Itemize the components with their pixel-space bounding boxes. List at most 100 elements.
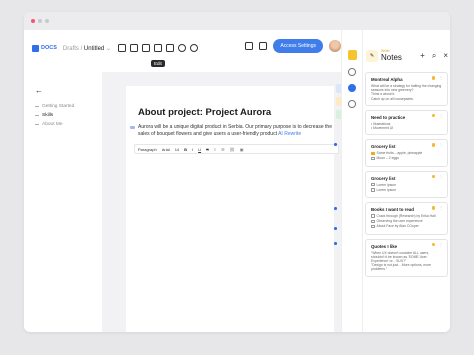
note-card[interactable]: ⋮ Need to practice • Illustrations • Mov… — [365, 109, 448, 136]
docs-logo-icon — [32, 44, 39, 52]
close-icon[interactable]: × — [443, 51, 448, 61]
ai-marker-icon — [130, 126, 135, 129]
minimize-window-dot[interactable] — [38, 19, 42, 23]
anchor-dot[interactable] — [334, 227, 337, 230]
notes-title: Notes — [381, 53, 402, 62]
star-icon[interactable] — [431, 242, 435, 247]
note-line: What will be a strategy for halting the … — [371, 84, 442, 93]
notes-list: ⋮ Montreal Alpha What will be a strategy… — [365, 72, 448, 281]
search-icon[interactable] — [177, 44, 186, 52]
star-icon[interactable] — [431, 143, 435, 147]
note-card[interactable]: ⋮ Montreal Alpha What will be a strategy… — [365, 72, 448, 106]
strikethrough-button[interactable]: S — [206, 147, 209, 152]
chevron-down-icon[interactable]: ⌄ — [106, 46, 111, 52]
breadcrumb-folder[interactable]: Drafts — [63, 46, 79, 52]
share-icon[interactable] — [245, 42, 254, 50]
more-icon[interactable]: ⋮ — [439, 142, 443, 147]
checkbox[interactable] — [371, 214, 375, 218]
add-note-icon[interactable]: + — [420, 51, 425, 61]
back-arrow-icon[interactable]: ← — [35, 86, 96, 95]
notes-app-icon[interactable] — [347, 50, 357, 60]
paragraph-select[interactable]: Paragraph — [138, 147, 157, 152]
more-icon[interactable]: ⋮ — [439, 174, 443, 179]
toolbar-icons — [117, 44, 198, 52]
underline-button[interactable]: U — [198, 147, 201, 152]
clock-icon[interactable] — [348, 68, 356, 76]
note-card[interactable]: ⋮ Books I want to read Crack through (Re… — [365, 202, 448, 235]
anchor-dot[interactable] — [334, 143, 337, 146]
more-icon[interactable]: ⋮ — [439, 205, 443, 210]
checkbox[interactable] — [371, 219, 375, 224]
edit-icon[interactable] — [129, 44, 138, 52]
nav-item-about-me[interactable]: About Me — [32, 120, 96, 129]
font-size-select[interactable]: 14 — [175, 147, 179, 152]
app-logo[interactable]: DOCS — [32, 44, 57, 52]
document-canvas: About project: Project Aurora Aurora wil… — [102, 72, 341, 332]
checklist-item: Lorem ipsum — [376, 182, 397, 187]
more-icon[interactable]: ⋮ — [439, 242, 443, 247]
add-app-icon[interactable] — [348, 100, 356, 108]
checkbox[interactable] — [371, 182, 375, 187]
table-icon[interactable] — [165, 44, 174, 52]
document-icon[interactable] — [117, 44, 126, 52]
note-card[interactable]: ⋮ Quotes I like "When UX doesn't conside… — [365, 238, 448, 277]
toolbar-right: Access Settings — [245, 39, 341, 53]
link-icon[interactable]: ⛓ — [230, 147, 235, 152]
note-line: "When UX doesn't consider ALL users, sho… — [371, 250, 430, 264]
checklist-item: Lorem ipsum — [376, 187, 397, 192]
checkbox[interactable] — [371, 151, 375, 156]
note-line: Catch up on all housepaints. — [371, 96, 414, 101]
star-icon[interactable] — [431, 206, 435, 210]
avatar[interactable] — [329, 40, 341, 52]
search-notes-icon[interactable]: ⌕ — [432, 51, 436, 61]
close-window-dot[interactable] — [31, 19, 35, 23]
breadcrumb-doc[interactable]: Untitled — [84, 46, 104, 52]
outline-nav: ← Getting Started Skills About Me — [32, 86, 96, 129]
document-body-text: Aurora will be a unique digital product … — [138, 124, 332, 137]
maximize-window-dot[interactable] — [45, 19, 49, 23]
star-icon[interactable] — [431, 174, 435, 179]
font-select[interactable]: Arial — [162, 147, 170, 152]
star-icon[interactable] — [431, 76, 435, 80]
top-toolbar: DOCS Drafts / Untitled ⌄ Access Settings — [24, 30, 341, 66]
access-settings-button[interactable]: Access Settings — [273, 39, 323, 53]
note-icon: ✎ — [366, 49, 378, 62]
bold-button[interactable]: B — [184, 147, 187, 152]
checklist-item: Some fruits – apple, pineapple — [376, 151, 423, 156]
anchor-dot[interactable] — [334, 242, 337, 245]
italic-button[interactable]: I — [192, 147, 193, 152]
note-card[interactable]: ⋮ Grocery list Some fruits – apple, pine… — [365, 139, 448, 167]
document-title[interactable]: About project: Project Aurora — [138, 107, 271, 118]
document-body[interactable]: Aurora will be a unique digital product … — [138, 124, 334, 138]
document-page[interactable]: About project: Project Aurora Aurora wil… — [126, 86, 339, 332]
checkbox[interactable] — [371, 156, 375, 161]
text-format-icon[interactable] — [141, 44, 150, 52]
more-icon[interactable]: ⋮ — [439, 113, 443, 118]
notes-rail — [342, 30, 363, 332]
checklist-item: Crack through (Research) by Erika Hall — [376, 214, 436, 219]
breadcrumb-separator: / — [80, 45, 83, 52]
breadcrumb: Drafts / Untitled ⌄ — [63, 45, 111, 52]
image-icon[interactable]: ▣ — [240, 147, 244, 152]
checkbox[interactable] — [371, 224, 375, 229]
notes-panel: ✎ Writer Notes + ⌕ × ⋮ Montreal Alpha Wh… — [341, 30, 450, 332]
checkbox[interactable] — [371, 188, 375, 192]
note-line: • Movement UI — [371, 126, 394, 131]
anchor-dot[interactable] — [334, 207, 337, 210]
app-window: DOCS Drafts / Untitled ⌄ Access Settings… — [24, 12, 450, 332]
list-icon[interactable]: ☰ — [221, 147, 225, 152]
more-icon[interactable]: ⋮ — [439, 75, 443, 80]
nav-item-skills[interactable]: Skills — [32, 111, 96, 120]
adjust-icon[interactable] — [153, 44, 162, 52]
checklist-item: Moon – 2 eggs — [376, 156, 399, 161]
note-card[interactable]: ⋮ Grocery list Lorem ipsum Lorem ipsum — [365, 170, 448, 199]
ai-rewrite-link[interactable]: AI Rewrite — [278, 131, 301, 137]
chat-icon[interactable] — [348, 84, 356, 92]
nav-item-getting-started[interactable]: Getting Started — [32, 102, 96, 111]
checklist-item: Observing the user experience — [376, 219, 423, 224]
present-icon[interactable] — [259, 42, 268, 50]
notes-header: ✎ Writer Notes + ⌕ × — [366, 49, 448, 62]
edit-tooltip: Edit — [151, 60, 165, 67]
align-icon[interactable]: ≡ — [214, 147, 216, 152]
info-icon[interactable] — [189, 44, 198, 52]
